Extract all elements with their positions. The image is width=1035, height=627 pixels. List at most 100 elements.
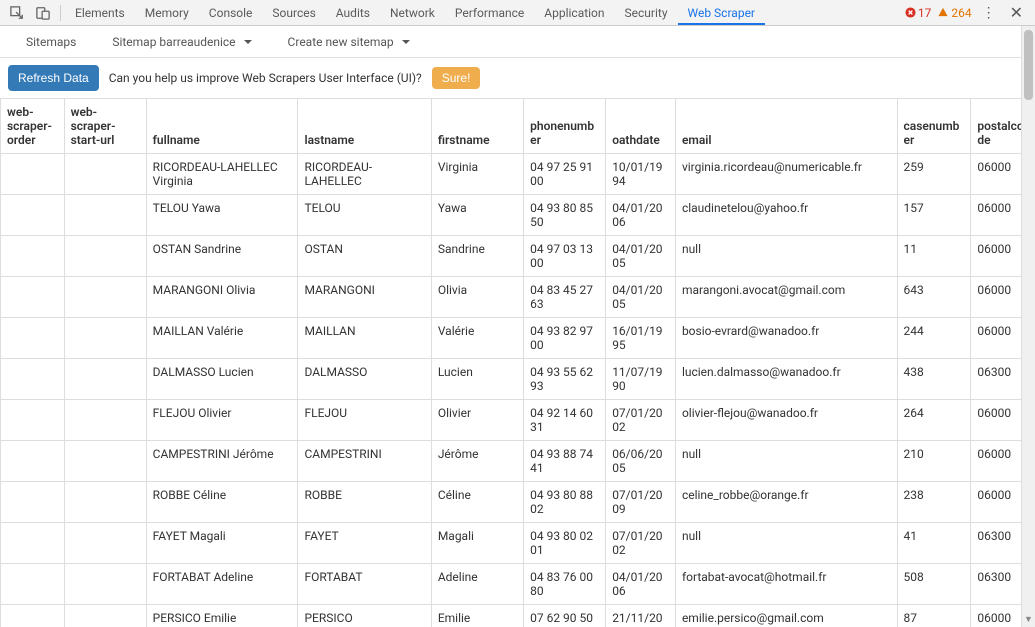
table-cell: DALMASSO Lucien — [146, 359, 298, 400]
table-row: ROBBE CélineROBBECéline04 93 80 88 0207/… — [1, 482, 1035, 523]
table-cell: 04/01/2006 — [606, 195, 676, 236]
table-cell: claudinetelou@yahoo.fr — [675, 195, 897, 236]
table-cell: virginia.ricordeau@numericable.fr — [675, 154, 897, 195]
table-cell — [1, 277, 65, 318]
devtools-tab-memory[interactable]: Memory — [135, 1, 199, 25]
table-cell: fortabat-avocat@hotmail.fr — [675, 564, 897, 605]
feedback-text: Can you help us improve Web Scrapers Use… — [109, 71, 422, 85]
devtools-tab-audits[interactable]: Audits — [326, 1, 380, 25]
devtools-tab-sources[interactable]: Sources — [262, 1, 325, 25]
table-cell: PERSICO — [298, 605, 431, 627]
table-cell: ROBBE — [298, 482, 431, 523]
device-toggle-icon[interactable] — [30, 2, 56, 24]
table-cell: 04/01/2005 — [606, 236, 676, 277]
table-cell: DALMASSO — [298, 359, 431, 400]
subnav-sitemaps-label: Sitemaps — [26, 35, 76, 49]
scroll-thumb[interactable] — [1024, 30, 1033, 100]
devtools-tab-application[interactable]: Application — [534, 1, 614, 25]
devtools-tab-console[interactable]: Console — [199, 1, 263, 25]
table-cell: 438 — [897, 359, 971, 400]
table-cell: 210 — [897, 441, 971, 482]
table-cell: PERSICO Emilie — [146, 605, 298, 627]
table-cell: lucien.dalmasso@wanadoo.fr — [675, 359, 897, 400]
table-cell: Olivia — [431, 277, 523, 318]
table-cell: Sandrine — [431, 236, 523, 277]
subnav-current-sitemap-label: Sitemap barreaudenice — [112, 35, 235, 49]
sure-button[interactable]: Sure! — [432, 67, 481, 89]
table-cell: Yawa — [431, 195, 523, 236]
subnav-current-sitemap[interactable]: Sitemap barreaudenice — [94, 29, 269, 55]
table-cell: 41 — [897, 523, 971, 564]
table-row: FLEJOU OlivierFLEJOUOlivier04 92 14 60 3… — [1, 400, 1035, 441]
table-cell: 157 — [897, 195, 971, 236]
subnav-create-sitemap[interactable]: Create new sitemap — [270, 29, 428, 55]
th-email[interactable]: email — [675, 99, 897, 154]
table-cell: Virginia — [431, 154, 523, 195]
refresh-data-button[interactable]: Refresh Data — [8, 65, 99, 91]
th-lastname[interactable]: lastname — [298, 99, 431, 154]
table-cell: 04 93 80 88 02 — [524, 482, 606, 523]
table-cell: 07/01/2002 — [606, 400, 676, 441]
table-cell — [1, 441, 65, 482]
table-cell: 04 93 82 97 00 — [524, 318, 606, 359]
table-cell: null — [675, 441, 897, 482]
table-cell: Valérie — [431, 318, 523, 359]
table-cell — [64, 154, 146, 195]
th-fullname[interactable]: fullname — [146, 99, 298, 154]
th-casenumber[interactable]: casenumber — [897, 99, 971, 154]
table-header-row: web-scraper-order web-scraper-start-url … — [1, 99, 1035, 154]
devtools-tab-web-scraper[interactable]: Web Scraper — [678, 1, 765, 25]
table-cell: 04 93 80 02 01 — [524, 523, 606, 564]
table-cell: 04 97 03 13 00 — [524, 236, 606, 277]
close-icon[interactable]: ✕ — [1006, 3, 1027, 22]
table-cell: FAYET Magali — [146, 523, 298, 564]
subnav-sitemaps[interactable]: Sitemaps — [8, 29, 94, 55]
table-cell: 244 — [897, 318, 971, 359]
table-cell: FORTABAT Adeline — [146, 564, 298, 605]
warning-counter[interactable]: 264 — [937, 6, 971, 20]
table-cell: 11 — [897, 236, 971, 277]
table-cell — [1, 154, 65, 195]
data-table-wrap: web-scraper-order web-scraper-start-url … — [0, 98, 1035, 627]
table-cell: Magali — [431, 523, 523, 564]
th-oathdate[interactable]: oathdate — [606, 99, 676, 154]
devtools-tab-network[interactable]: Network — [380, 1, 445, 25]
scroll-down-arrow-icon[interactable]: ▼ — [1022, 613, 1035, 627]
devtools-tab-elements[interactable]: Elements — [65, 1, 135, 25]
vertical-scrollbar[interactable]: ▲ ▼ — [1021, 26, 1035, 627]
table-cell: 07/01/2002 — [606, 523, 676, 564]
table-cell: TELOU — [298, 195, 431, 236]
table-cell — [1, 482, 65, 523]
table-cell: Olivier — [431, 400, 523, 441]
table-row: RICORDEAU-LAHELLEC VirginiaRICORDEAU-LAH… — [1, 154, 1035, 195]
data-table: web-scraper-order web-scraper-start-url … — [0, 98, 1035, 627]
table-cell: 21/11/2007 — [606, 605, 676, 627]
table-cell: RICORDEAU-LAHELLEC — [298, 154, 431, 195]
table-cell: 04 93 55 62 93 — [524, 359, 606, 400]
table-cell: MAILLAN — [298, 318, 431, 359]
devtools-tab-performance[interactable]: Performance — [445, 1, 534, 25]
table-cell: celine_robbe@orange.fr — [675, 482, 897, 523]
table-cell — [64, 359, 146, 400]
table-cell: olivier-flejou@wanadoo.fr — [675, 400, 897, 441]
more-menu-icon[interactable]: ⋮ — [978, 5, 1000, 21]
inspect-icon[interactable] — [4, 2, 30, 24]
table-cell: 04 92 14 60 31 — [524, 400, 606, 441]
table-cell — [64, 318, 146, 359]
devtools-tab-security[interactable]: Security — [615, 1, 678, 25]
table-cell — [64, 523, 146, 564]
table-cell: TELOU Yawa — [146, 195, 298, 236]
table-row: CAMPESTRINI JérômeCAMPESTRINIJérôme04 93… — [1, 441, 1035, 482]
divider — [60, 5, 61, 21]
th-phonenumber[interactable]: phonenumber — [524, 99, 606, 154]
table-cell: OSTAN Sandrine — [146, 236, 298, 277]
table-cell: null — [675, 236, 897, 277]
table-cell: Lucien — [431, 359, 523, 400]
table-cell: FLEJOU — [298, 400, 431, 441]
th-order[interactable]: web-scraper-order — [1, 99, 65, 154]
th-firstname[interactable]: firstname — [431, 99, 523, 154]
th-starturl[interactable]: web-scraper-start-url — [64, 99, 146, 154]
table-cell: marangoni.avocat@gmail.com — [675, 277, 897, 318]
error-counter[interactable]: 17 — [905, 6, 932, 20]
action-bar: Refresh Data Can you help us improve Web… — [0, 58, 1035, 98]
